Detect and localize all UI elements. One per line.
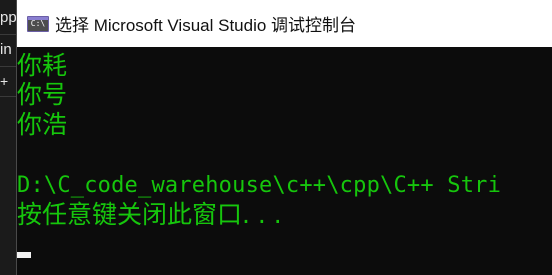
background-tab-fragment[interactable]: in [0,42,12,57]
screen: pp in + C:\ 选择 Microsoft Visual Studio 调… [0,0,552,275]
console-app-icon: C:\ [27,15,49,32]
console-output[interactable]: 你耗 你号 你浩 D:\C_code_warehouse\c++\cpp\C++… [17,50,552,275]
background-tab-fragment[interactable]: + [0,74,8,88]
press-any-key-prompt: 按任意键关闭此窗口. . . [17,200,282,229]
background-tab-fragment[interactable]: pp [0,10,16,25]
background-divider [0,34,16,35]
background-divider [0,66,16,67]
background-divider [0,96,16,97]
background-editor-window[interactable]: pp in + [0,0,16,275]
console-output-line: 你号 [17,80,68,109]
console-output-line: 你浩 [17,110,68,139]
console-output-line: 你耗 [17,51,68,80]
program-path-line: D:\C_code_warehouse\c++\cpp\C++ Stri [17,173,502,198]
debug-console-window[interactable]: C:\ 选择 Microsoft Visual Studio 调试控制台 你耗 … [16,0,552,275]
window-title: 选择 Microsoft Visual Studio 调试控制台 [55,16,357,35]
title-bar[interactable]: C:\ 选择 Microsoft Visual Studio 调试控制台 [17,0,552,47]
text-cursor [17,252,31,258]
